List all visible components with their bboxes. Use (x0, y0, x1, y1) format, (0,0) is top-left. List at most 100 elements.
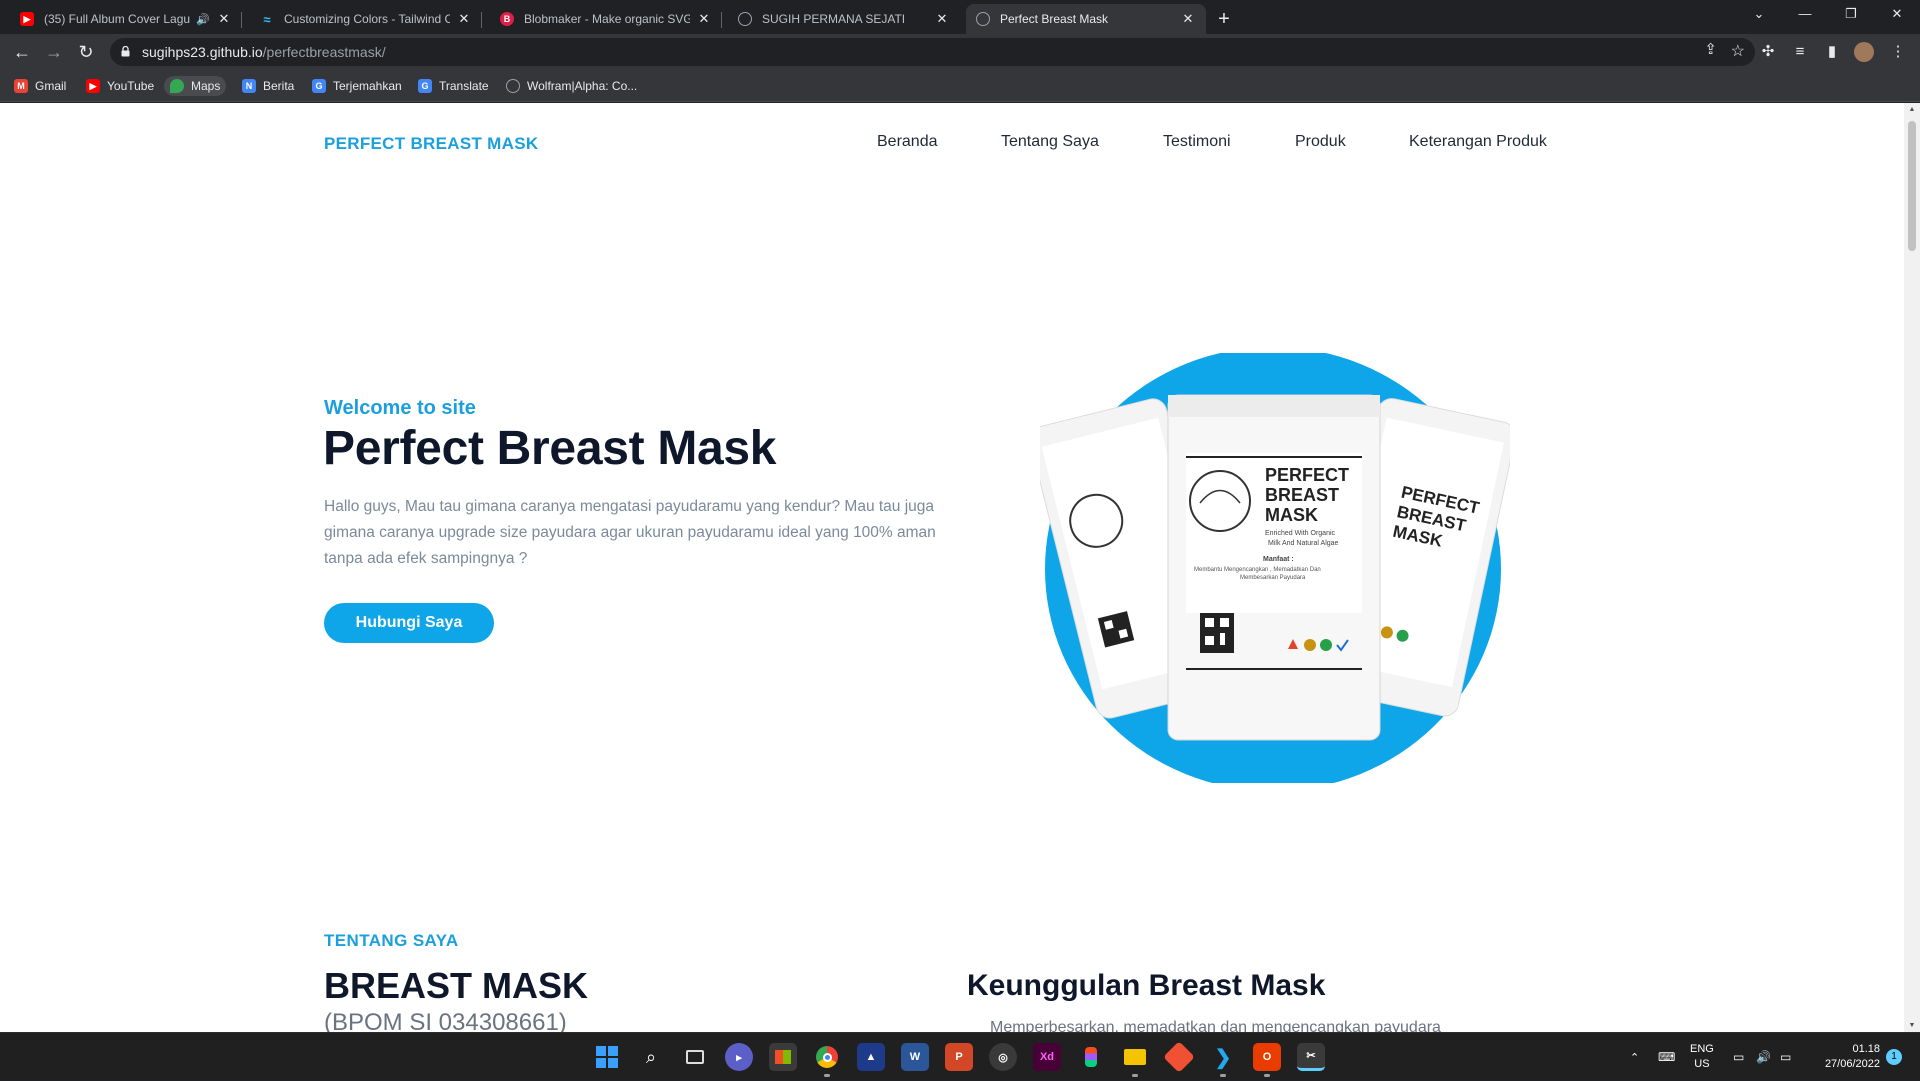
restore-button[interactable]: ❐ (1828, 0, 1874, 30)
bookmark-youtube[interactable]: ▶ YouTube (80, 76, 160, 96)
git-icon[interactable] (1163, 1041, 1195, 1073)
bookmark-maps[interactable]: Maps (164, 76, 227, 96)
pack-line1: PERFECT (1265, 465, 1349, 485)
nav-produk[interactable]: Produk (1295, 133, 1346, 151)
forward-button[interactable]: → (42, 40, 66, 64)
notification-badge[interactable]: 1 (1886, 1033, 1902, 1081)
pack-line2: BREAST (1265, 485, 1339, 505)
share-icon[interactable]: ⇪ (1704, 40, 1717, 58)
close-icon[interactable]: ✕ (934, 11, 950, 27)
nav-keterangan-produk[interactable]: Keterangan Produk (1409, 133, 1547, 151)
translate-icon: G (312, 79, 326, 93)
snipping-tool-icon[interactable]: ✂ (1297, 1043, 1325, 1071)
nav-tentang-saya[interactable]: Tentang Saya (1001, 133, 1099, 151)
tab-strip: ▶ (35) Full Album Cover Lagu A 🔊 ✕ ≈ Cus… (0, 0, 1920, 34)
chrome-icon[interactable] (813, 1043, 841, 1077)
tailwind-icon: ≈ (263, 11, 271, 27)
windows-taskbar: ⌕ ▸ ▲ W P ◎ Xd ❯ O ✂ ⌃ ⌨ ENG US ▭ 🔊 ▭ 01… (0, 1032, 1920, 1080)
globe-icon (506, 79, 520, 93)
bookmark-translate[interactable]: G Translate (412, 76, 495, 96)
tab-blobmaker[interactable]: B Blobmaker - Make organic SVG s ✕ (490, 4, 722, 34)
back-button[interactable]: ← (10, 40, 34, 64)
address-bar[interactable]: sugihps23.github.io/perfectbreastmask/ ⇪… (110, 38, 1755, 66)
clock[interactable]: 01.18 27/06/2022 (1810, 1033, 1880, 1081)
side-panel-icon[interactable]: ▮ (1820, 40, 1844, 64)
reading-list-icon[interactable]: ≡ (1788, 40, 1812, 64)
vscode-icon[interactable]: ❯ (1209, 1043, 1237, 1077)
tab-sugih[interactable]: SUGIH PERMANA SEJATI ✕ (728, 4, 960, 34)
close-icon[interactable]: ✕ (216, 11, 232, 27)
translate-icon: G (418, 79, 432, 93)
youtube-icon: ▶ (86, 79, 100, 93)
battery-icon[interactable]: ▭ (1780, 1033, 1791, 1081)
file-explorer-icon[interactable] (1121, 1043, 1149, 1077)
pack-benefit2: Membesarkan Payudara (1240, 575, 1306, 581)
pack-benefit-title: Manfaat : (1263, 556, 1294, 563)
powerpoint-icon[interactable]: P (945, 1043, 973, 1071)
scroll-down-icon[interactable]: ▼ (1908, 1022, 1916, 1029)
menu-icon[interactable]: ⋮ (1886, 40, 1910, 64)
close-icon[interactable]: ✕ (1180, 11, 1196, 27)
about-subtitle: (BPOM SI 034308661) (324, 1009, 567, 1032)
bookmark-gmail[interactable]: M Gmail (8, 76, 72, 96)
blobmaker-icon: B (500, 12, 514, 26)
speaker-icon[interactable]: 🔊 (196, 13, 210, 26)
language-indicator[interactable]: ENG US (1690, 1033, 1714, 1081)
hero-kicker: Welcome to site (324, 397, 476, 419)
pack-tagline2: Milk And Natural Algae (1268, 540, 1339, 547)
tab-perfect-breast-mask[interactable]: Perfect Breast Mask ✕ (966, 4, 1206, 34)
close-icon[interactable]: ✕ (456, 11, 472, 27)
network-icon[interactable]: ▭ (1733, 1033, 1744, 1081)
scroll-up-icon[interactable]: ▲ (1908, 106, 1916, 113)
hero-title: Perfect Breast Mask (323, 422, 777, 475)
bookmark-terjemahkan[interactable]: G Terjemahkan (306, 76, 408, 96)
store-icon[interactable] (769, 1043, 797, 1071)
maps-icon (170, 79, 184, 93)
nav-beranda[interactable]: Beranda (877, 133, 938, 151)
app-icon[interactable]: ▲ (857, 1043, 885, 1071)
about-kicker: TENTANG SAYA (324, 931, 459, 950)
minimize-button[interactable]: — (1782, 0, 1828, 30)
news-icon: N (242, 79, 256, 93)
tab-search-icon[interactable]: ⌄ (1736, 0, 1782, 30)
keyboard-icon[interactable]: ⌨ (1658, 1033, 1675, 1081)
windows-start-icon[interactable] (593, 1043, 621, 1071)
bookmark-berita[interactable]: N Berita (236, 76, 300, 96)
volume-icon[interactable]: 🔊 (1756, 1033, 1771, 1081)
page-scrollbar[interactable]: ▲ ▼ (1904, 103, 1920, 1032)
site-brand[interactable]: PERFECT BREAST MASK (324, 134, 538, 154)
nav-testimoni[interactable]: Testimoni (1163, 133, 1231, 151)
web-page: PERFECT BREAST MASK Beranda Tentang Saya… (0, 103, 1904, 1032)
task-view-icon[interactable] (681, 1043, 709, 1071)
tab-youtube[interactable]: ▶ (35) Full Album Cover Lagu A 🔊 ✕ (10, 4, 242, 34)
bookmark-star-icon[interactable]: ☆ (1731, 41, 1745, 61)
bookmark-wolfram[interactable]: Wolfram|Alpha: Co... (500, 76, 643, 96)
gmail-icon: M (14, 79, 28, 93)
globe-icon (738, 12, 752, 26)
hero-product-image: PERFECT BREAST MASK PERFECT BREAST MASK … (1040, 353, 1510, 783)
office-icon[interactable]: O (1253, 1043, 1281, 1077)
word-icon[interactable]: W (901, 1043, 929, 1071)
advantages-title: Keunggulan Breast Mask (967, 969, 1326, 1002)
close-icon[interactable]: ✕ (696, 11, 712, 27)
search-icon[interactable]: ⌕ (637, 1043, 665, 1071)
scroll-thumb[interactable] (1908, 121, 1916, 251)
tray-overflow-icon[interactable]: ⌃ (1630, 1033, 1639, 1081)
url-host: sugihps23.github.io (142, 44, 263, 60)
about-title: BREAST MASK (324, 965, 589, 1006)
pack-tagline1: Enriched With Organic (1265, 530, 1336, 537)
youtube-icon: ▶ (20, 12, 34, 26)
close-window-button[interactable]: ✕ (1874, 0, 1920, 30)
extensions-icon[interactable]: ✣ (1756, 40, 1780, 64)
hero-description: Hallo guys, Mau tau gimana caranya menga… (324, 498, 936, 567)
reload-button[interactable]: ↻ (74, 40, 98, 64)
figma-icon[interactable] (1077, 1043, 1105, 1071)
teams-chat-icon[interactable]: ▸ (725, 1043, 753, 1071)
tab-tailwind[interactable]: ≈ Customizing Colors - Tailwind CS ✕ (250, 4, 482, 34)
xd-icon[interactable]: Xd (1033, 1043, 1061, 1071)
profile-avatar[interactable] (1852, 40, 1876, 64)
pack-line3: MASK (1265, 505, 1318, 525)
contact-button[interactable]: Hubungi Saya (324, 603, 494, 643)
new-tab-button[interactable]: + (1212, 8, 1236, 32)
obs-icon[interactable]: ◎ (989, 1043, 1017, 1071)
